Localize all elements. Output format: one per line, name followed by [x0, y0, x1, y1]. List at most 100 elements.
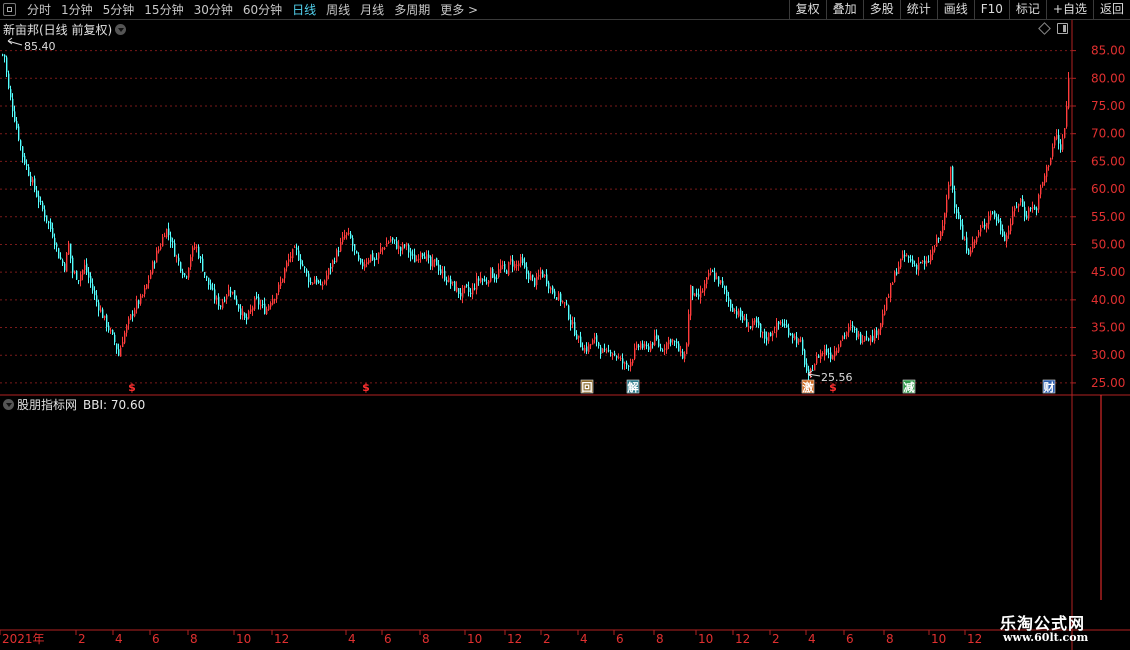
candle-body — [170, 236, 172, 242]
candle-body — [608, 350, 610, 352]
candle-body — [74, 272, 76, 274]
candle-body — [764, 331, 766, 339]
candle-body — [216, 297, 218, 300]
candle-body — [708, 272, 710, 277]
candle-body — [986, 222, 988, 228]
candle-body — [886, 297, 888, 310]
price-label: 85.00 — [1091, 44, 1125, 58]
candle-body — [256, 296, 258, 299]
candle-body — [1036, 208, 1038, 211]
candle-body — [664, 348, 666, 350]
candle-body — [774, 332, 776, 334]
candle-body — [822, 353, 824, 355]
candle-body — [1048, 165, 1050, 167]
candle-body — [418, 258, 420, 260]
candle-body — [548, 282, 550, 289]
candle-body — [612, 354, 614, 356]
candle-body — [448, 277, 450, 283]
candle-body — [474, 288, 476, 290]
candle-body — [148, 279, 150, 284]
date-label: 10 — [931, 632, 946, 646]
candle-body — [574, 322, 576, 336]
layout-icon[interactable] — [1057, 23, 1068, 34]
candle-body — [784, 324, 786, 326]
candle-body — [834, 351, 836, 357]
candle-body — [898, 266, 900, 274]
candle-body — [1046, 166, 1048, 177]
candle-body — [210, 284, 212, 290]
signal-marker: 解 — [628, 380, 639, 394]
candle-body — [736, 311, 738, 315]
candle-body — [56, 243, 58, 247]
candle-body — [318, 281, 320, 283]
candle-body — [994, 211, 996, 217]
candle-body — [40, 200, 42, 202]
candle-body — [768, 332, 770, 342]
candle-body — [520, 256, 522, 264]
candle-body — [372, 252, 374, 260]
candle-body — [1006, 235, 1008, 242]
date-label: 2 — [78, 632, 86, 646]
candle-body — [964, 238, 966, 241]
candle-body — [370, 254, 372, 262]
candle-body — [818, 355, 820, 358]
candle-body — [326, 275, 328, 281]
candle-body — [528, 272, 530, 280]
candle-body — [94, 290, 96, 296]
candle-body — [978, 232, 980, 236]
candle-body — [642, 343, 644, 348]
candle-body — [174, 243, 176, 257]
candle-body — [772, 333, 774, 336]
candle-body — [138, 300, 140, 305]
candle-body — [514, 264, 516, 269]
candle-body — [6, 57, 8, 73]
candle-body — [178, 257, 180, 262]
candle-body — [602, 348, 604, 353]
candle-body — [80, 274, 82, 281]
candle-body — [116, 343, 118, 350]
candle-body — [48, 221, 50, 224]
signal-marker: $ — [128, 381, 136, 394]
candle-body — [786, 324, 788, 328]
candle-body — [564, 302, 566, 304]
candle-body — [792, 334, 794, 338]
candle-body — [314, 279, 316, 284]
candle-body — [646, 344, 648, 347]
candle-body — [172, 241, 174, 243]
candle-body — [452, 281, 454, 283]
candle-body — [848, 326, 850, 333]
candle-body — [342, 236, 344, 243]
candle-body — [930, 254, 932, 262]
candle-body — [114, 334, 116, 343]
candle-body — [152, 262, 154, 274]
candle-body — [836, 350, 838, 353]
candle-body — [368, 260, 370, 264]
candle-body — [346, 232, 348, 235]
candle-body — [716, 277, 718, 279]
candle-body — [270, 302, 272, 307]
candle-body — [674, 341, 676, 343]
candle-body — [668, 340, 670, 345]
candle-body — [334, 261, 336, 263]
candle-body — [592, 340, 594, 345]
candle-body — [724, 286, 726, 290]
candle-body — [610, 351, 612, 354]
candle-body — [312, 282, 314, 285]
candle-body — [106, 315, 108, 328]
candle-body — [998, 219, 1000, 222]
candle-body — [666, 342, 668, 351]
date-label: 8 — [656, 632, 664, 646]
date-label: 10 — [236, 632, 251, 646]
candle-body — [626, 362, 628, 366]
candle-body — [400, 247, 402, 251]
dropdown-icon[interactable] — [3, 399, 14, 410]
date-label: 10 — [467, 632, 482, 646]
candle-body — [130, 314, 132, 319]
candle-body — [308, 273, 310, 283]
high-price-label: 85.40 — [24, 40, 56, 53]
candle-body — [154, 262, 156, 264]
dropdown-icon[interactable] — [115, 24, 127, 35]
candle-body — [398, 245, 400, 249]
candle-body — [714, 273, 716, 280]
candle-body — [832, 355, 834, 360]
